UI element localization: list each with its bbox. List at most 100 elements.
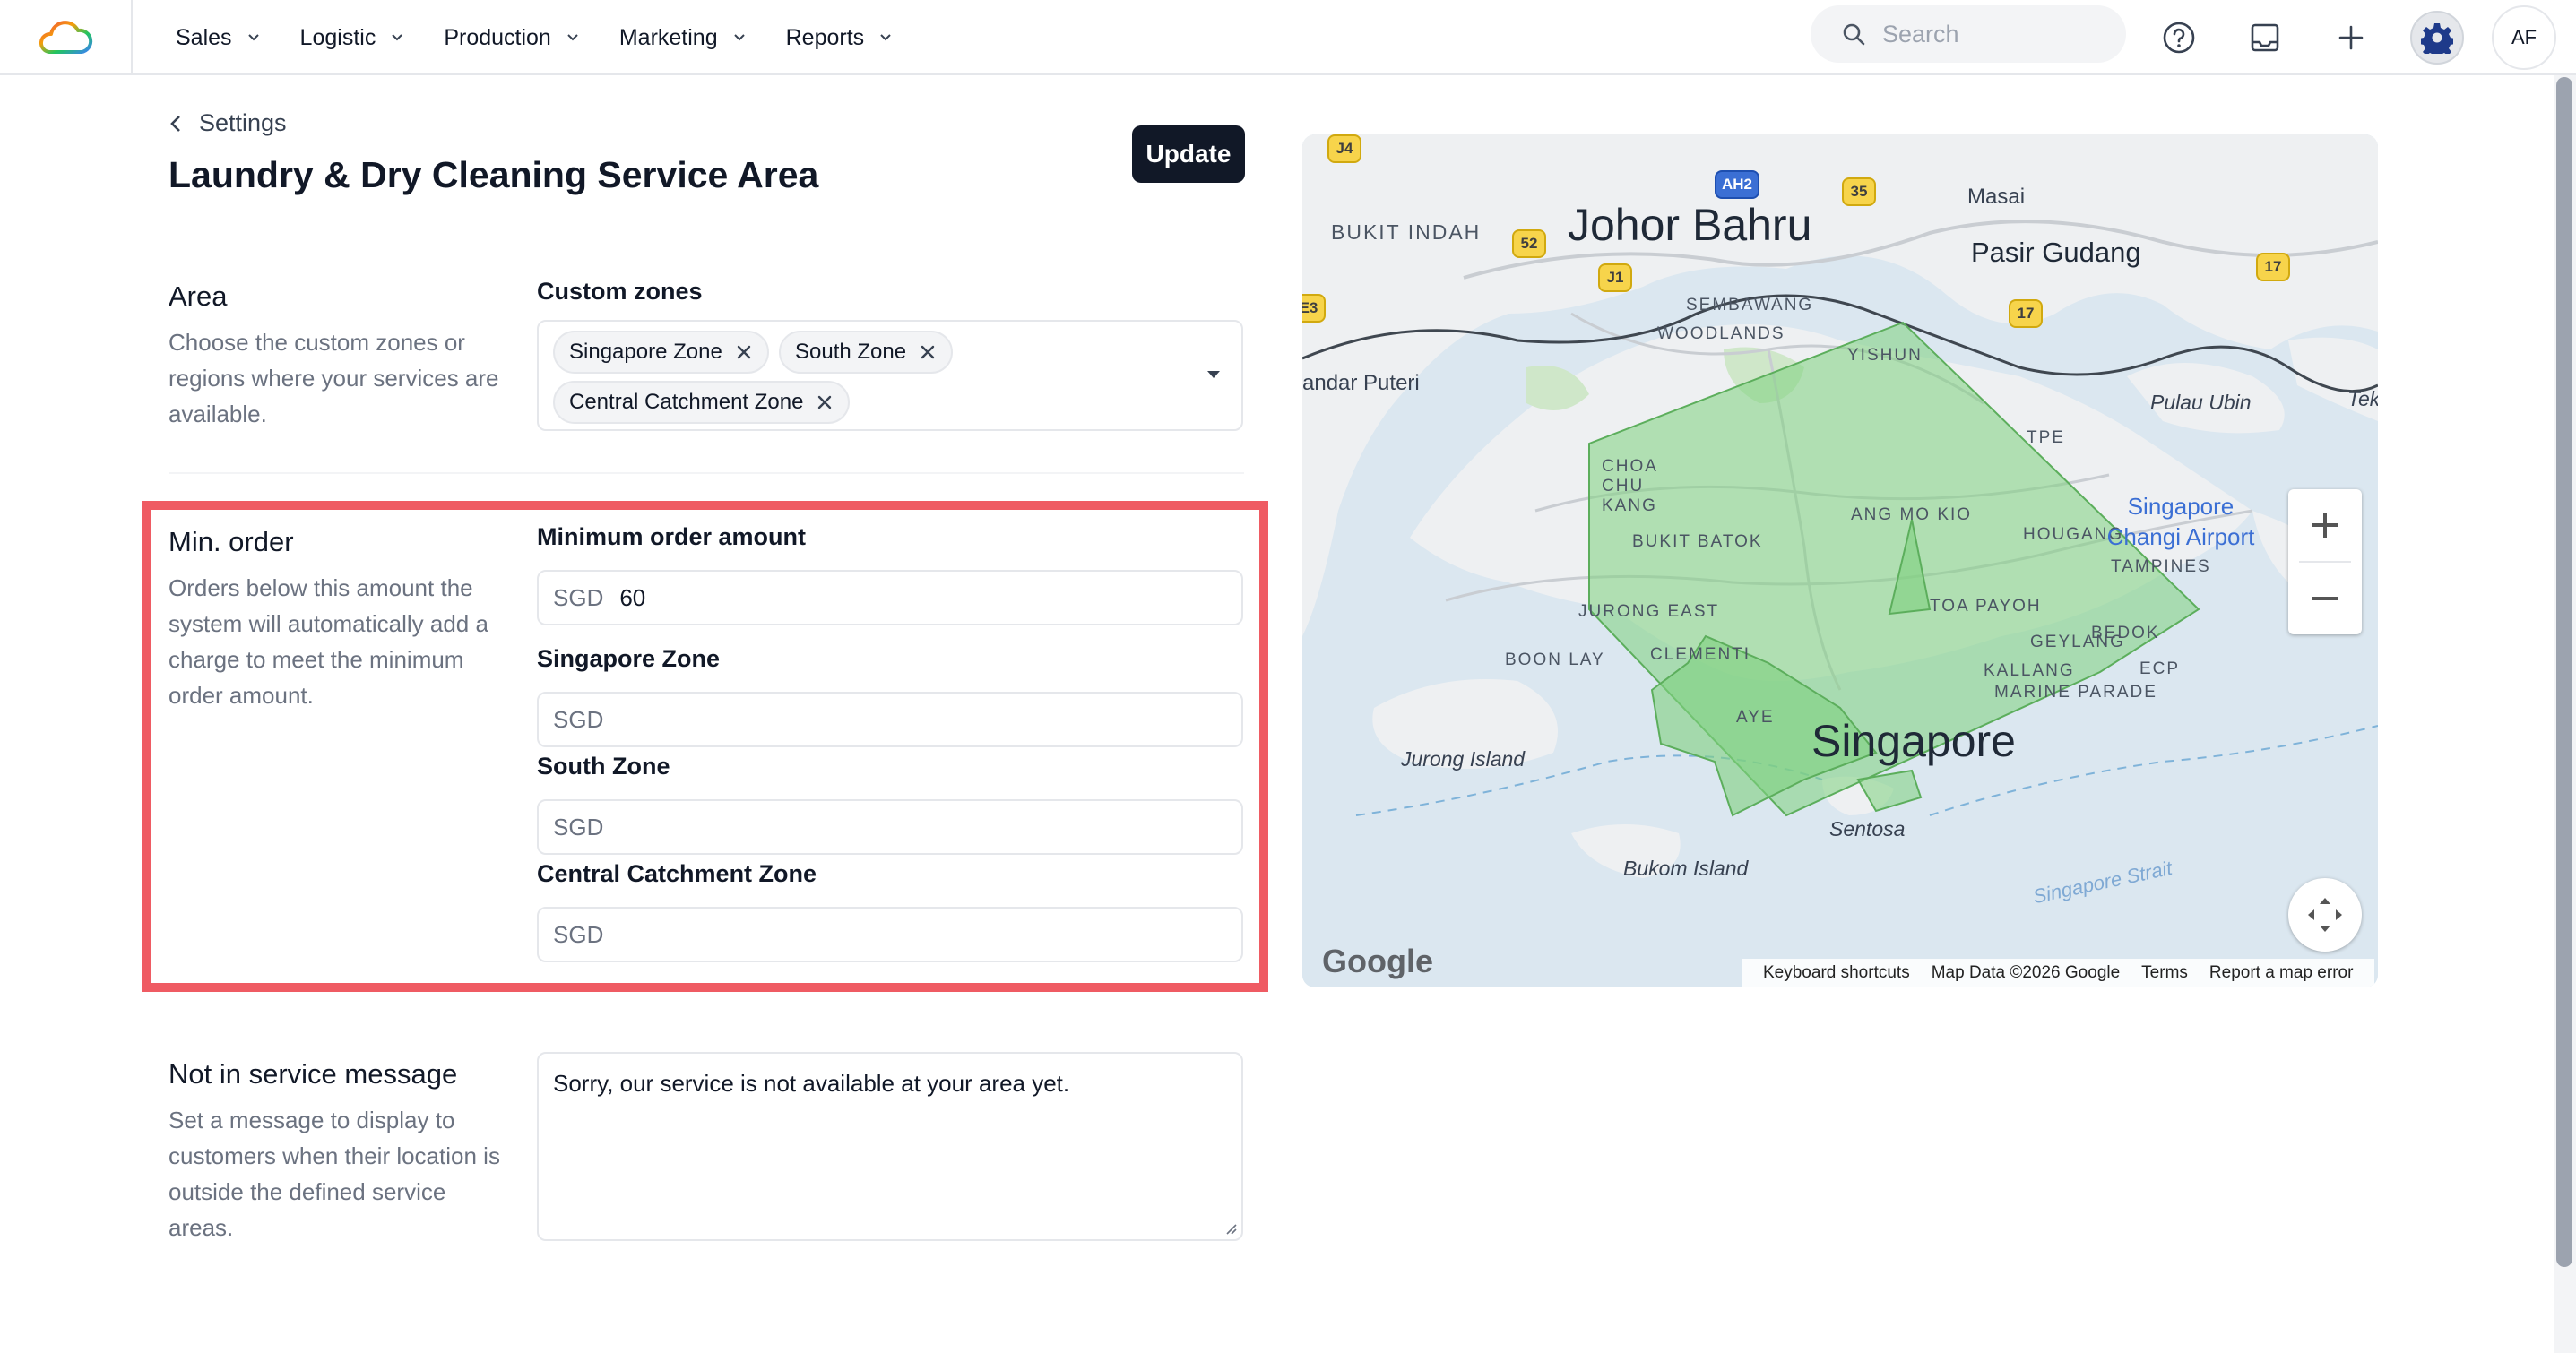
route-shield: J1 xyxy=(1598,263,1632,292)
not-in-service-section-description: Set a message to display to customers wh… xyxy=(169,1107,500,1241)
map-label: ANG MO KIO xyxy=(1851,505,1973,524)
map-label: Pasir Gudang xyxy=(1971,237,2141,268)
search-input[interactable] xyxy=(1882,20,2106,48)
settings-button[interactable] xyxy=(2410,11,2464,65)
min-order-section-title: Min. order xyxy=(169,526,294,557)
nav-item-logistic[interactable]: Logistic xyxy=(300,25,407,51)
chevron-left-icon xyxy=(170,115,180,132)
map-label: YISHUN xyxy=(1847,346,1923,365)
not-in-service-message-textarea[interactable]: Sorry, our service is not available at y… xyxy=(537,1052,1243,1241)
singapore-zone-label: Singapore Zone xyxy=(537,645,721,672)
chevron-down-icon xyxy=(247,34,259,41)
back-label: Settings xyxy=(199,109,287,136)
chevron-down-icon xyxy=(880,34,891,41)
map-label: Singapore Changi Airport xyxy=(2106,493,2255,550)
map-label: CLEMENTI xyxy=(1650,645,1751,664)
map-label: KALLANG xyxy=(1984,661,2075,680)
plus-icon xyxy=(2338,25,2364,50)
map-label: Pulau Ubin xyxy=(2150,391,2252,414)
minimum-order-amount-input[interactable]: SGD 60 xyxy=(537,570,1243,625)
nav-item-label: Reports xyxy=(785,24,865,50)
central-catchment-zone-amount-input[interactable]: SGD xyxy=(537,907,1243,962)
not-in-service-section-title: Not in service message xyxy=(169,1058,458,1090)
currency-prefix: SGD xyxy=(553,583,604,611)
service-area-map[interactable]: J4 AH2 35 52 J1 17 17 E3 BUKIT INDAH Joh… xyxy=(1302,134,2378,987)
map-label: BUKIT INDAH xyxy=(1331,220,1482,244)
resize-handle-icon[interactable] xyxy=(1223,1221,1238,1236)
route-shield: AH2 xyxy=(1715,170,1759,199)
move-arrows-icon xyxy=(2308,898,2342,932)
remove-chip-icon[interactable] xyxy=(919,343,937,361)
map-label: WOODLANDS xyxy=(1657,324,1785,343)
inbox-button[interactable] xyxy=(2238,11,2292,65)
report-map-error-link[interactable]: Report a map error xyxy=(2209,963,2354,983)
route-shield: 17 xyxy=(2256,253,2290,281)
help-button[interactable] xyxy=(2152,11,2206,65)
page-scrollbar-thumb[interactable] xyxy=(2556,77,2572,1267)
nav-item-sales[interactable]: Sales xyxy=(176,25,263,51)
zone-chip-singapore: Singapore Zone xyxy=(553,331,769,374)
update-button[interactable]: Update xyxy=(1132,125,1245,183)
nav-item-production[interactable]: Production xyxy=(444,25,582,51)
map-label: Johor Bahru xyxy=(1568,200,1812,250)
map-label: Masai xyxy=(1967,185,2026,209)
plus-icon xyxy=(2312,513,2338,538)
user-avatar[interactable]: AF xyxy=(2492,5,2556,70)
map-label: MARINE PARADE xyxy=(1994,683,2157,702)
currency-prefix: SGD xyxy=(553,920,604,948)
map-label: Tek xyxy=(2347,387,2378,410)
search-icon xyxy=(1843,23,1865,46)
map-label: andar Puteri xyxy=(1302,371,1420,395)
map-label: BEDOK xyxy=(2091,624,2160,642)
map-label: TOA PAYOH xyxy=(1930,597,2042,616)
map-label: JURONG EAST xyxy=(1578,602,1720,621)
custom-zones-label: Custom zones xyxy=(537,278,703,305)
singapore-zone-amount-input[interactable]: SGD xyxy=(537,692,1243,747)
gear-icon xyxy=(2421,23,2453,54)
map-label: Sentosa xyxy=(1829,817,1906,840)
inbox-icon xyxy=(2251,23,2279,52)
keyboard-shortcuts-link[interactable]: Keyboard shortcuts xyxy=(1763,963,1910,983)
top-navigation-bar: Sales Logistic Production Marketing Repo… xyxy=(0,0,2576,75)
min-order-section-description: Orders below this amount the system will… xyxy=(169,574,488,709)
chip-label: Central Catchment Zone xyxy=(569,390,804,414)
map-label: Bukom Island xyxy=(1623,857,1749,880)
area-section-title: Area xyxy=(169,280,228,312)
map-label: BOON LAY xyxy=(1505,651,1605,669)
minimum-order-amount-label: Minimum order amount xyxy=(537,523,807,550)
nav-item-label: Marketing xyxy=(618,24,718,50)
caret-down-icon[interactable] xyxy=(1205,367,1223,382)
terms-link[interactable]: Terms xyxy=(2141,963,2188,983)
currency-prefix: SGD xyxy=(553,813,604,840)
minus-icon xyxy=(2312,597,2338,600)
chip-label: South Zone xyxy=(795,340,907,364)
south-zone-amount-input[interactable]: SGD xyxy=(537,799,1243,855)
map-label: BUKIT BATOK xyxy=(1632,532,1763,551)
custom-zones-select[interactable]: Singapore Zone South Zone Central Catchm… xyxy=(537,320,1243,431)
map-pan-control[interactable] xyxy=(2288,878,2362,952)
avatar-initials: AF xyxy=(2511,26,2537,48)
remove-chip-icon[interactable] xyxy=(735,343,753,361)
nav-item-reports[interactable]: Reports xyxy=(786,25,895,51)
global-search[interactable] xyxy=(1811,5,2126,63)
zoom-out-button[interactable] xyxy=(2288,563,2362,634)
cloud-logo-icon xyxy=(39,21,93,54)
route-shield: 35 xyxy=(1842,177,1876,206)
chevron-down-icon xyxy=(733,34,745,41)
nav-item-marketing[interactable]: Marketing xyxy=(619,25,748,51)
back-to-settings-link[interactable]: Settings xyxy=(169,109,287,137)
remove-chip-icon[interactable] xyxy=(816,393,834,411)
map-attribution: Keyboard shortcuts Map Data ©2026 Google… xyxy=(1742,959,2375,987)
currency-prefix: SGD xyxy=(553,705,604,733)
textarea-value: Sorry, our service is not available at y… xyxy=(553,1070,1070,1097)
zoom-in-button[interactable] xyxy=(2288,489,2362,561)
nav-item-label: Sales xyxy=(176,24,232,50)
map-label: Singapore xyxy=(1811,716,2016,766)
google-logo: Google xyxy=(1322,943,1433,979)
map-label: TPE xyxy=(2027,428,2065,447)
route-shield: 52 xyxy=(1512,229,1546,258)
area-section-description: Choose the custom zones or regions where… xyxy=(169,329,499,427)
app-logo[interactable] xyxy=(0,0,133,75)
add-button[interactable] xyxy=(2324,11,2378,65)
nav-item-label: Production xyxy=(444,24,551,50)
